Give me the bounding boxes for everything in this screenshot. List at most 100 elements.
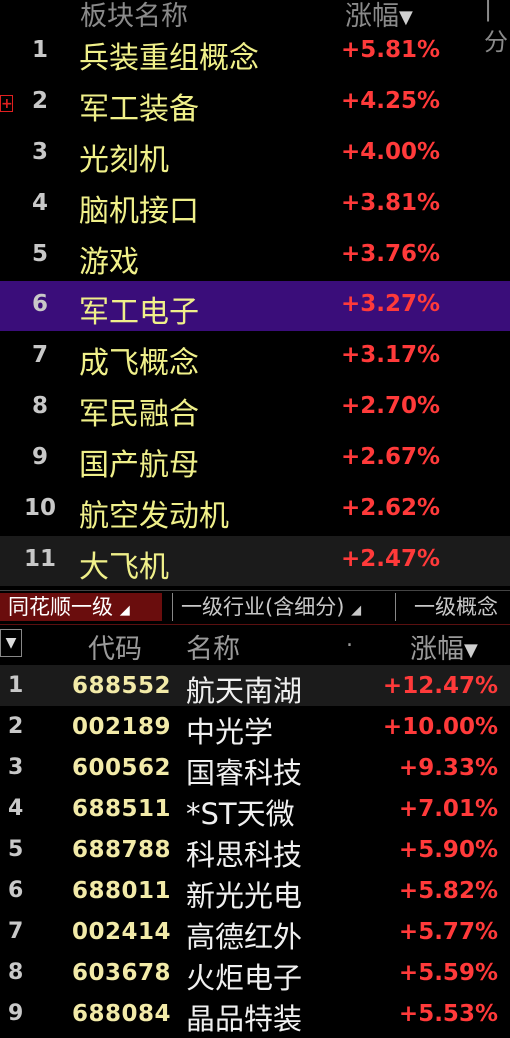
stock-change: +12.47% [382,673,498,699]
stock-rank: 3 [8,755,24,780]
sector-rank: 4 [31,190,48,216]
stock-row[interactable]: 4 688511 *ST天微 +7.01% [0,788,510,831]
sector-rank: 3 [31,139,48,165]
sector-name: 大飞机 [79,550,169,585]
sector-row[interactable]: 2 军工装备 +4.25% [0,78,510,128]
stock-row[interactable]: 3 600562 国睿科技 +9.33% [0,747,510,790]
sector-name: 兵装重组概念 [79,41,259,76]
sector-row[interactable]: 3 光刻机 +4.00% [0,129,510,179]
change-column-header[interactable]: 涨幅▼ [410,627,478,666]
stock-rank: 2 [8,714,24,739]
stock-name: 科思科技 [186,838,303,872]
sector-change: +2.62% [341,495,441,521]
stock-code: 688552 [72,673,172,699]
sector-row[interactable]: 4 脑机接口 +3.81% [0,180,510,230]
stock-code: 688084 [72,1001,172,1027]
stock-row[interactable]: 6 688011 新光光电 +5.82% [0,870,510,913]
sector-name: 游戏 [79,245,139,280]
sector-ranking-panel: 板块名称 涨幅▼ |分 + 1 兵装重组概念 +5.81% 2 军工装备 +4.… [0,0,510,586]
stock-row[interactable]: 1 688552 航天南湖 +12.47% [0,665,510,708]
stock-code: 688011 [72,878,172,904]
stock-name: 火炬电子 [186,961,303,995]
sector-rank: 8 [31,393,48,419]
sector-change: +5.81% [341,37,441,63]
stock-name: *ST天微 [186,797,295,831]
sector-rank: 9 [31,444,48,470]
code-column-header[interactable]: 代码 [88,627,142,666]
sector-change: +4.00% [341,139,441,165]
sector-rank: 7 [31,342,48,368]
dropdown-triangle-icon: ◢ [351,603,362,618]
stock-code: 688511 [72,796,172,822]
sector-change: +3.81% [341,190,441,216]
sector-row[interactable]: 8 军民融合 +2.70% [0,383,510,433]
stock-code: 002189 [72,714,172,740]
stock-name: 新光光电 [186,879,303,913]
stock-row[interactable]: 8 603678 火炬电子 +5.59% [0,952,510,995]
sector-name: 军民融合 [79,397,199,432]
sector-change: +4.25% [341,88,441,114]
stock-name: 高德红外 [186,920,303,954]
sector-rank: 11 [23,546,56,572]
stock-row[interactable]: 2 002189 中光学 +10.00% [0,706,510,749]
tab-level1-concept[interactable]: 一级概念 [400,593,510,621]
sector-rank: 1 [31,37,48,63]
stock-code: 688788 [72,837,172,863]
stock-rank: 5 [8,837,24,862]
tab-ths-level1[interactable]: 同花顺一级 ◢ [0,593,162,621]
stock-change: +5.77% [398,919,498,945]
sector-row[interactable]: 10 航空发动机 +2.62% [0,485,510,535]
stock-change: +10.00% [382,714,498,740]
stock-name: 航天南湖 [186,674,303,708]
sector-row[interactable]: 7 成飞概念 +3.17% [0,332,510,382]
sector-change: +3.17% [341,342,441,368]
column-separator-dot: . [346,627,353,652]
stock-change: +7.01% [398,796,498,822]
sector-rank: 5 [31,241,48,267]
stock-row[interactable]: 7 002414 高德红外 +5.77% [0,911,510,954]
stock-name: 中光学 [186,715,274,749]
stock-row[interactable]: 9 688084 晶品特装 +5.53% [0,993,510,1036]
sector-row-selected[interactable]: 6 军工电子 +3.27% [0,281,510,331]
tab-level1-industry[interactable]: 一级行业(含细分) ◢ [172,593,396,621]
filter-icon[interactable]: ▼ [0,629,22,657]
sector-name: 成飞概念 [79,346,199,381]
stock-rank: 9 [8,1001,24,1026]
sector-change: +2.70% [341,393,441,419]
stock-rank: 6 [8,878,24,903]
sector-name: 军工电子 [79,295,199,330]
stock-change: +9.33% [398,755,498,781]
category-tab-bar: 同花顺一级 ◢ 一级行业(含细分) ◢ 一级概念 [0,590,510,623]
stock-change: +5.90% [398,837,498,863]
stock-name: 国睿科技 [186,756,303,790]
stock-rank: 7 [8,919,24,944]
sector-change: +3.27% [341,291,441,317]
stock-change: +5.82% [398,878,498,904]
stock-table-header: ▼ 代码 名称 . 涨幅▼ [0,624,510,666]
stock-change: +5.53% [398,1001,498,1027]
sector-row[interactable]: 11 大飞机 +2.47% [0,536,510,586]
stock-code: 002414 [72,919,172,945]
sector-name: 军工装备 [79,92,199,127]
sector-row[interactable]: 5 游戏 +3.76% [0,231,510,281]
sector-rank: 10 [23,495,56,521]
sector-list-header: 板块名称 涨幅▼ |分 [0,0,510,56]
stock-code: 603678 [72,960,172,986]
sector-change: +2.67% [341,444,441,470]
sort-desc-icon: ▼ [399,7,413,28]
stock-change: +5.59% [398,960,498,986]
stock-name: 晶品特装 [186,1002,303,1036]
stock-rank: 4 [8,796,24,821]
sector-row[interactable]: 1 兵装重组概念 +5.81% [0,27,510,77]
stock-rank: 1 [8,673,24,698]
dropdown-triangle-icon: ◢ [119,603,130,618]
sector-name: 脑机接口 [79,194,199,229]
sector-rank: 6 [31,291,48,317]
sector-name: 国产航母 [79,448,199,483]
sector-rank: 2 [31,88,48,114]
stock-row[interactable]: 5 688788 科思科技 +5.90% [0,829,510,872]
stock-rank: 8 [8,960,24,985]
stock-code: 600562 [72,755,172,781]
sector-row[interactable]: 9 国产航母 +2.67% [0,434,510,484]
name-column-header[interactable]: 名称 [186,627,240,666]
